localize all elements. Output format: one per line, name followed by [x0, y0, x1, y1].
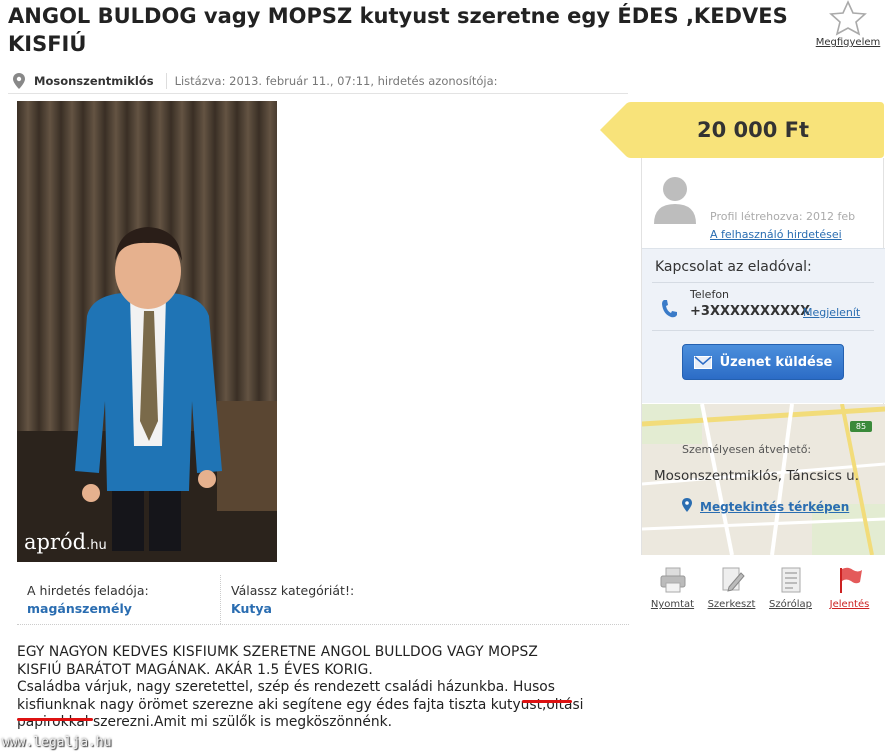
favorite-button[interactable]: Megfigyelem — [808, 0, 888, 48]
category-value[interactable]: Kutya — [231, 601, 354, 616]
listing-photo[interactable]: apród.hu — [17, 101, 277, 562]
location-city: Mosonszentmiklós — [34, 73, 154, 88]
underlined-word: Husos — [512, 679, 555, 695]
listing-actions: Nyomtat Szerkeszt Szórólap Jelentés — [643, 565, 886, 620]
report-action[interactable]: Jelentés — [820, 565, 879, 620]
watermark-main: apród — [24, 530, 87, 554]
phone-number: +3XXXXXXXXXX — [690, 304, 811, 319]
category-cell: Válassz kategóriát!: Kutya — [221, 575, 364, 624]
listed-date: Listázva: 2013. február 11., 07:11, hird… — [174, 73, 498, 88]
favorite-label[interactable]: Megfigyelem — [808, 37, 888, 48]
advertiser-value[interactable]: magánszemély — [27, 601, 210, 616]
divider — [652, 282, 874, 283]
listing-info: A hirdetés feladója: magánszemély Válass… — [17, 575, 629, 625]
location-map[interactable]: 85 Személyesen átvehető: Mosonszentmikló… — [642, 404, 885, 555]
contact-box: Kapcsolat az eladóval: Telefon +3XXXXXXX… — [642, 248, 885, 403]
print-action[interactable]: Nyomtat — [643, 565, 702, 620]
flyer-label: Szórólap — [769, 599, 812, 610]
contact-title: Kapcsolat az eladóval: — [655, 259, 812, 275]
location-pin-icon — [13, 72, 25, 89]
profile-created: Profil létrehozva: 2012 feb — [710, 210, 856, 223]
photo-watermark: apród.hu — [24, 530, 107, 554]
edit-label: Szerkeszt — [707, 599, 756, 610]
report-flag-icon — [839, 567, 862, 593]
pickup-label: Személyesen átvehető: — [682, 443, 812, 456]
view-map-link[interactable]: Megtekintés térképen — [700, 500, 849, 514]
user-avatar-icon — [654, 177, 696, 224]
divider — [165, 72, 167, 89]
site-watermark: www.legalja.hu — [2, 735, 112, 750]
location-bar: Mosonszentmiklós Listázva: 2013. február… — [8, 68, 628, 94]
pickup-address: Mosonszentmiklós, Táncsics u. — [654, 468, 860, 484]
road-badge: 85 — [855, 422, 867, 431]
phone-label: Telefon — [690, 288, 730, 301]
description-line: KISFIÚ BARÁTOT MAGÁNAK. AKÁR 1.5 ÉVES KO… — [17, 661, 373, 678]
photo-boy-in-suit — [17, 101, 277, 562]
star-icon — [829, 0, 867, 36]
description-text: Családba várjuk, nagy szeretettel, szép … — [17, 679, 513, 695]
advertiser-label: A hirdetés feladója: — [27, 583, 149, 598]
user-ads-link[interactable]: A felhasználó hirdetései — [710, 228, 842, 241]
price-value: 20 000 Ft — [696, 118, 810, 142]
price-tag: 20 000 Ft — [600, 102, 884, 158]
print-label: Nyomtat — [650, 599, 695, 610]
seller-panel: Profil létrehozva: 2012 feb A felhasznál… — [641, 158, 885, 555]
phone-icon — [662, 300, 677, 318]
description-line: EGY NAGYON KEDVES KISFIUMK SZERETNE ANGO… — [17, 644, 538, 660]
map-pin-icon — [682, 498, 692, 512]
description-text: papirokkal szerezni.Amit mi szülők is me… — [17, 714, 392, 730]
description-text: nagy örömet szerezne aki segítene egy éd… — [95, 696, 584, 713]
category-label: Válassz kategóriát!: — [231, 583, 355, 598]
flyer-action[interactable]: Szórólap — [761, 565, 820, 620]
report-label: Jelentés — [829, 599, 870, 610]
show-phone-link[interactable]: Megjelenít — [803, 306, 860, 319]
edit-action[interactable]: Szerkeszt — [702, 565, 761, 620]
edit-icon — [722, 567, 745, 592]
page-title: ANGOL BULDOG vagy MOPSZ kutyust szeretne… — [8, 4, 788, 56]
red-underline-annotation — [17, 718, 93, 721]
divider — [652, 330, 874, 331]
advertiser-cell: A hirdetés feladója: magánszemély — [17, 575, 221, 624]
listing-description: EGY NAGYON KEDVES KISFIUMK SZERETNE ANGO… — [17, 644, 617, 732]
send-message-label: Üzenet küldése — [719, 354, 833, 370]
watermark-suffix: .hu — [86, 538, 107, 553]
underlined-word: kisfiunknak — [17, 696, 96, 713]
send-message-button[interactable]: Üzenet küldése — [682, 344, 844, 380]
red-underline-annotation — [522, 700, 572, 703]
envelope-icon — [693, 355, 712, 369]
seller-profile: Profil létrehozva: 2012 feb A felhasznál… — [642, 158, 885, 248]
printer-icon — [660, 567, 685, 593]
flyer-icon — [781, 567, 800, 593]
